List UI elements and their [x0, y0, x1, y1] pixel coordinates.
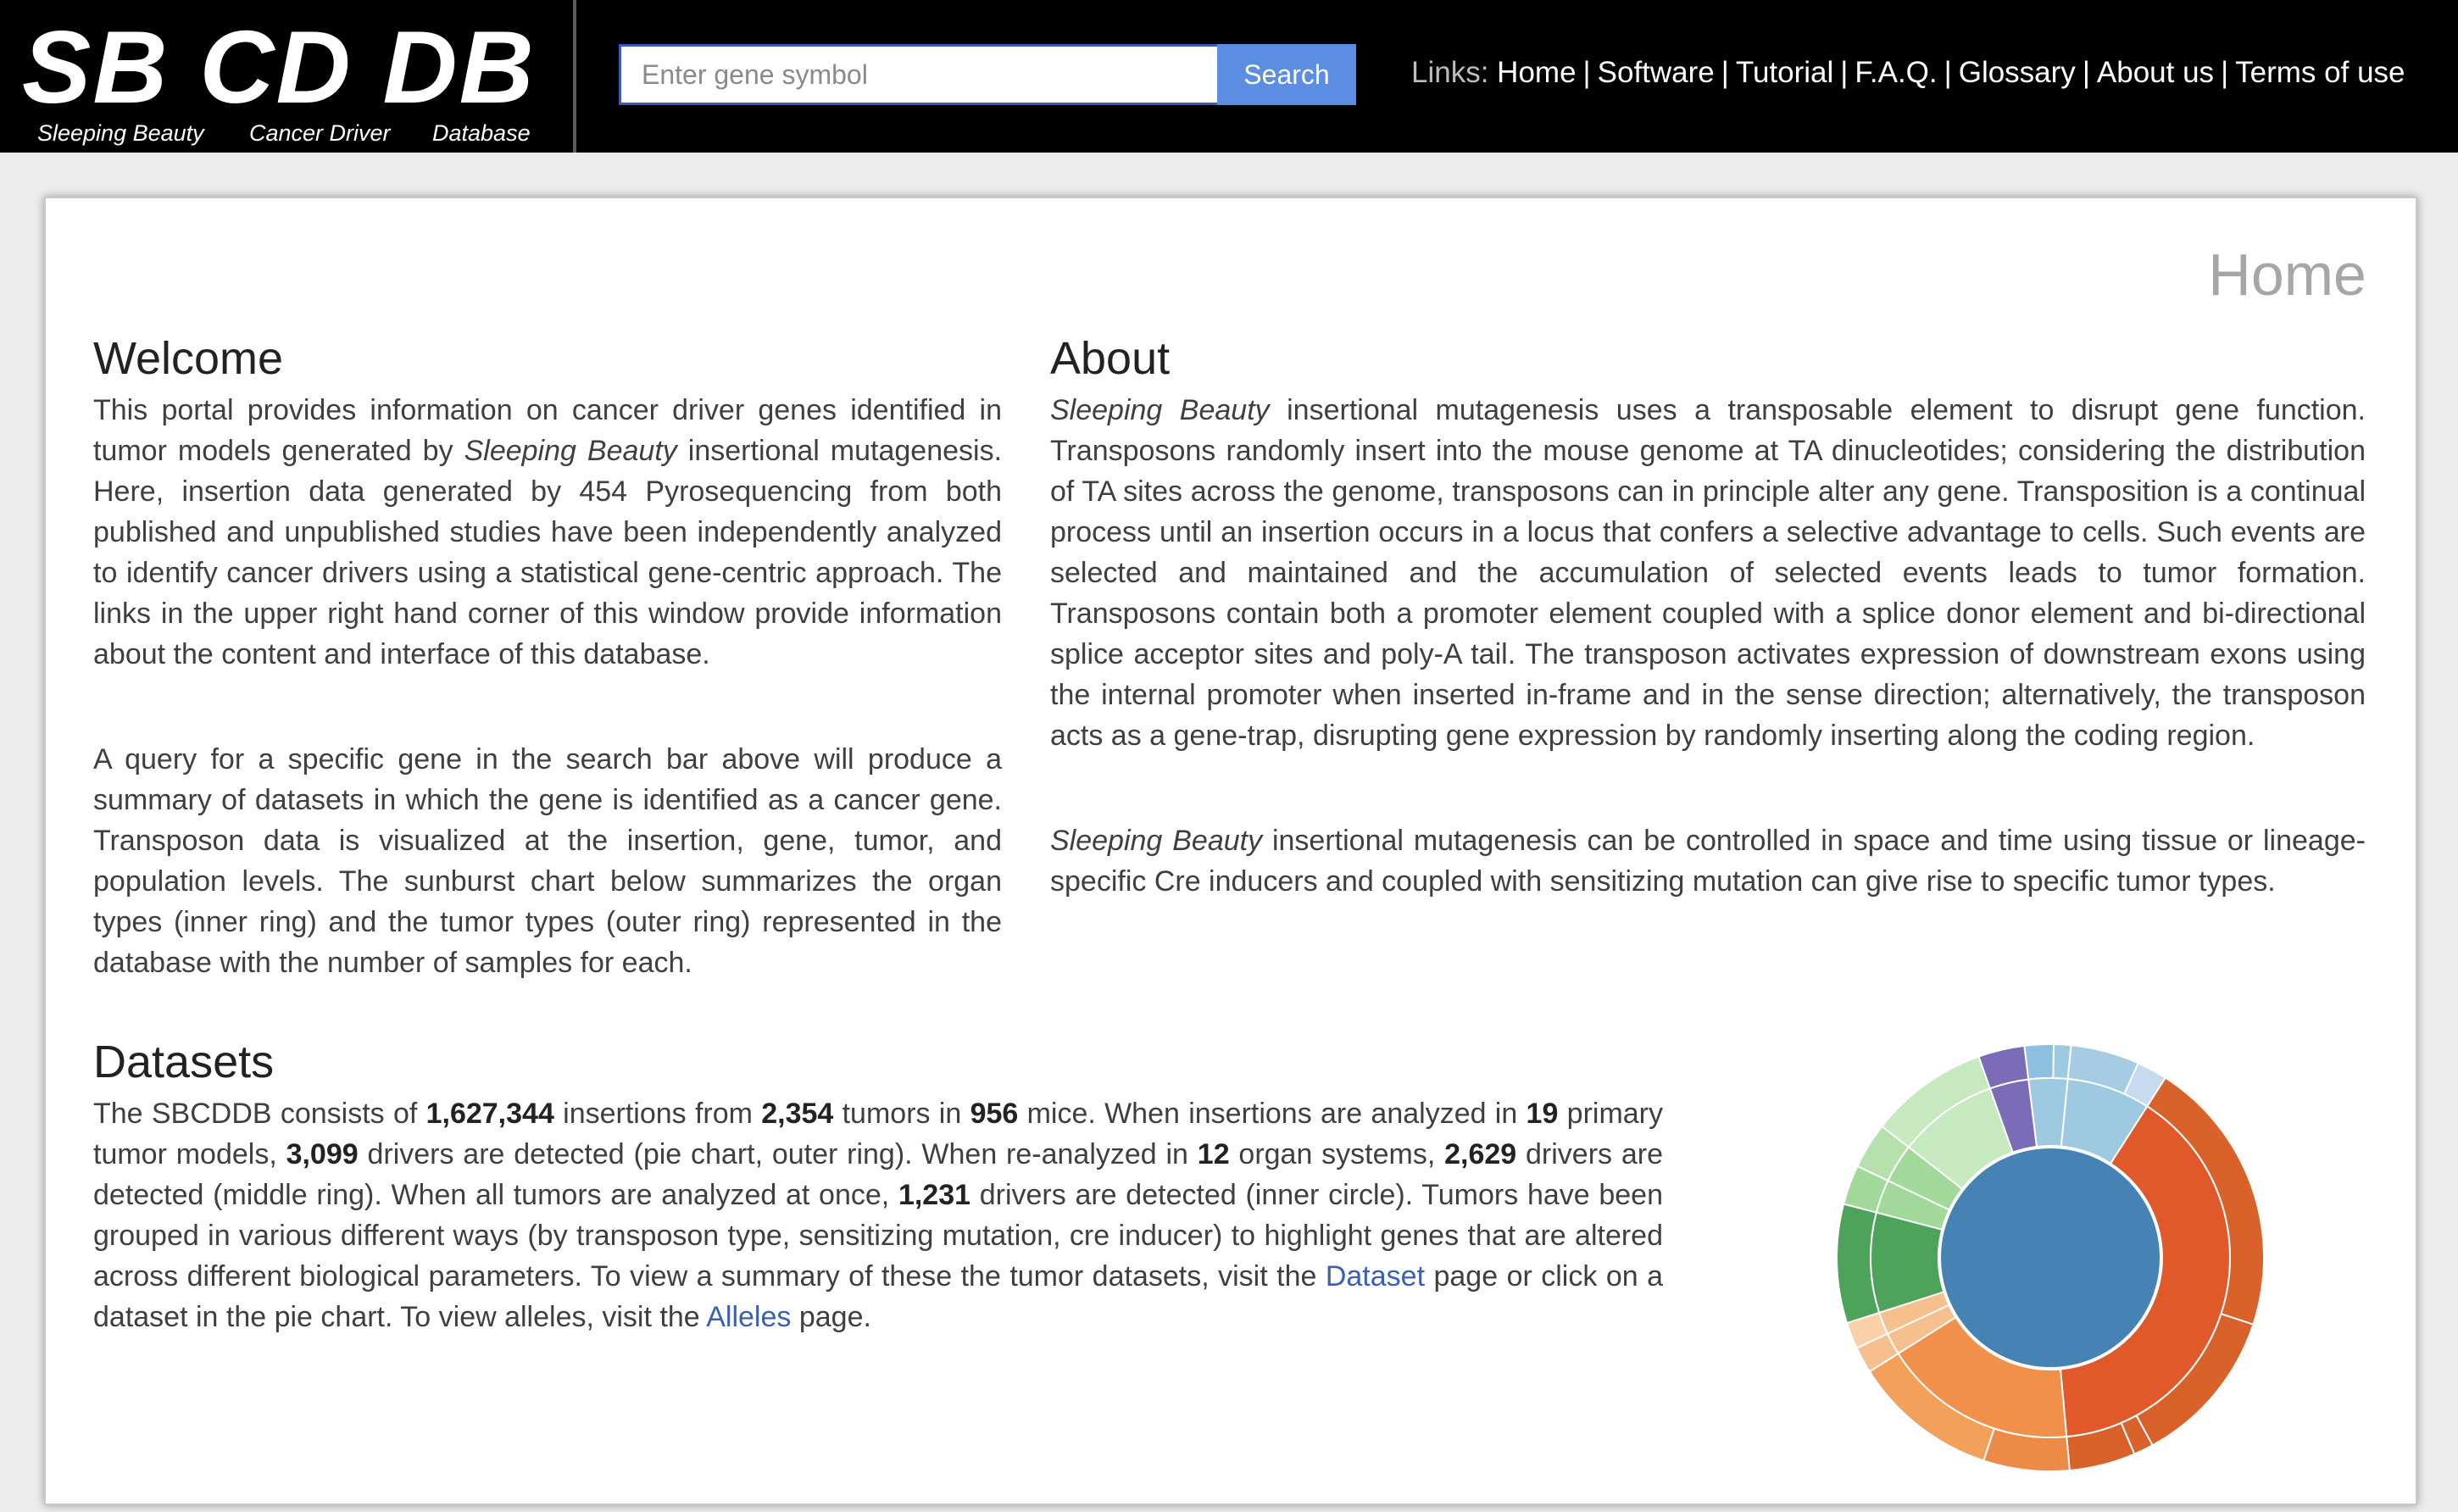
- datasets-paragraph: The SBCDDB consists of 1,627,344 inserti…: [93, 1093, 1663, 1337]
- logo-subtitle-cancer-driver: Cancer Driver: [249, 120, 391, 146]
- datasets-text: drivers are detected (pie chart, outer r…: [358, 1138, 1198, 1170]
- nav-link-faq[interactable]: F.A.Q.: [1855, 56, 1937, 89]
- about-p2-emphasis: Sleeping Beauty: [1050, 825, 1263, 857]
- nav-link-tutorial[interactable]: Tutorial: [1736, 56, 1833, 89]
- mice-count: 956: [970, 1098, 1019, 1130]
- welcome-paragraph-2: A query for a specific gene in the searc…: [93, 743, 1002, 979]
- about-paragraph-2: Sleeping Beauty insertional mutagenesis …: [1050, 820, 2366, 902]
- about-p1-text: insertional mutagenesis uses a transposa…: [1050, 394, 2366, 752]
- logo-title: SB CD DB: [22, 9, 536, 125]
- datasets-text: mice. When insertions are analyzed in: [1018, 1098, 1527, 1130]
- models-count: 19: [1526, 1098, 1559, 1130]
- about-p1-emphasis: Sleeping Beauty: [1050, 394, 1270, 426]
- sunburst-chart[interactable]: [1796, 1003, 2305, 1512]
- site-logo[interactable]: SB CD DB Sleeping Beauty Cancer Driver D…: [0, 0, 576, 153]
- main-panel: Home Welcome This portal provides inform…: [44, 197, 2417, 1505]
- nav-link-software[interactable]: Software: [1598, 56, 1715, 89]
- datasets-text: tumors in: [833, 1098, 970, 1130]
- nav-link-glossary[interactable]: Glossary: [1959, 56, 2076, 89]
- drivers-models-count: 3,099: [286, 1138, 359, 1170]
- datasets-text: page.: [791, 1301, 871, 1333]
- logo-subtitle-sleeping-beauty: Sleeping Beauty: [37, 120, 204, 146]
- organs-count: 12: [1197, 1138, 1230, 1170]
- nav-separator: |: [1944, 56, 1952, 89]
- sunburst-outer-segment-0[interactable]: [2023, 1043, 2055, 1081]
- datasets-text: The SBCDDB consists of: [93, 1098, 426, 1130]
- nav-separator: |: [1582, 56, 1591, 89]
- nav-separator: |: [2221, 56, 2229, 89]
- datasets-text: organ systems,: [1229, 1138, 1445, 1170]
- nav-link-home[interactable]: Home: [1497, 56, 1576, 89]
- datasets-text: insertions from: [553, 1098, 762, 1130]
- drivers-all-count: 1,231: [898, 1179, 971, 1211]
- top-navbar: SB CD DB Sleeping Beauty Cancer Driver D…: [0, 0, 2458, 153]
- about-heading: About: [1050, 333, 1171, 384]
- page-title: Home: [2208, 242, 2366, 308]
- nav-separator: |: [1721, 56, 1729, 89]
- nav-separator: |: [2082, 56, 2090, 89]
- welcome-p1-emphasis: Sleeping Beauty: [464, 435, 677, 467]
- dataset-link[interactable]: Dataset: [1326, 1260, 1425, 1292]
- datasets-heading: Datasets: [93, 1037, 275, 1087]
- insertions-count: 1,627,344: [425, 1098, 554, 1130]
- nav-links: Links: Home | Software | Tutorial | F.A.Q. | Glo…: [1411, 56, 2405, 90]
- nav-link-about-us[interactable]: About us: [2097, 56, 2214, 89]
- nav-link-terms-of-use[interactable]: Terms of use: [2235, 56, 2405, 89]
- welcome-p1-text-b: insertional mutagenesis. Here, insertion…: [93, 435, 1003, 670]
- nav-links-label: Links:: [1411, 56, 1489, 89]
- search-button[interactable]: Search: [1217, 44, 1356, 105]
- welcome-paragraph-1: This portal provides information on canc…: [93, 390, 1002, 675]
- drivers-organs-count: 2,629: [1444, 1138, 1517, 1170]
- sunburst-center-circle[interactable]: [1939, 1147, 2161, 1369]
- gene-search-input[interactable]: [619, 44, 1217, 105]
- nav-separator: |: [1840, 56, 1849, 89]
- tumors-count: 2,354: [761, 1098, 834, 1130]
- welcome-heading: Welcome: [93, 333, 284, 384]
- alleles-link[interactable]: Alleles: [706, 1301, 791, 1333]
- about-paragraph-1: Sleeping Beauty insertional mutagenesis …: [1050, 390, 2366, 756]
- logo-subtitle-database: Database: [432, 120, 531, 146]
